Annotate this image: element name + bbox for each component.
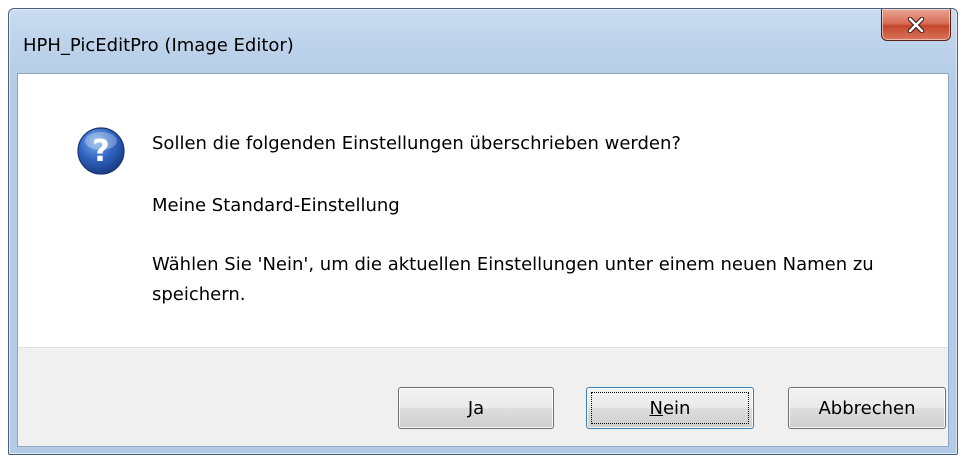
window-title: HPH_PicEditPro (Image Editor) xyxy=(23,35,294,56)
cancel-button[interactable]: Abbrechen xyxy=(788,387,946,429)
no-button[interactable]: Nein xyxy=(586,387,754,429)
dialog-client-area: ? Sollen die folgenden Einstellungen übe… xyxy=(17,73,949,447)
yes-button[interactable]: Ja xyxy=(398,387,554,429)
setting-name-text: Meine Standard-Einstellung xyxy=(152,195,400,216)
hint-text: Wählen Sie 'Nein', um die aktuellen Eins… xyxy=(152,254,874,305)
message-area: ? Sollen die folgenden Einstellungen übe… xyxy=(18,74,948,347)
close-x-icon xyxy=(907,16,925,33)
cancel-label: Abbrechen xyxy=(818,397,916,419)
dialog-window: HPH_PicEditPro (Image Editor) ? Sollen d… xyxy=(8,8,958,455)
title-bar[interactable]: HPH_PicEditPro (Image Editor) xyxy=(9,9,957,73)
question-icon: ? xyxy=(77,127,125,175)
message-text: Sollen die folgenden Einstellungen übers… xyxy=(152,133,681,154)
yes-label-rest: a xyxy=(473,397,485,419)
no-accelerator: N xyxy=(649,397,663,419)
close-button[interactable] xyxy=(881,9,951,41)
no-label-rest: ein xyxy=(662,397,691,419)
button-bar: Ja Nein Abbrechen xyxy=(18,347,948,446)
svg-text:?: ? xyxy=(92,134,109,169)
